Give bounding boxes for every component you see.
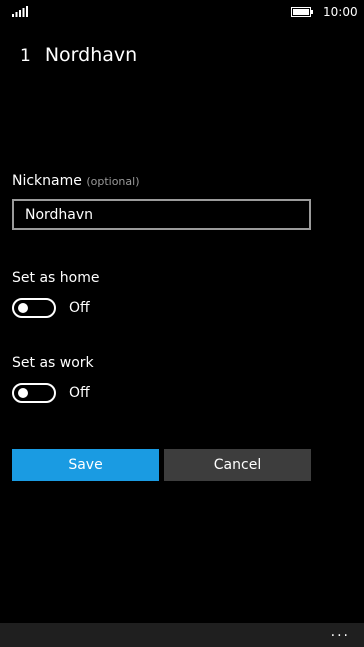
place-header: 1 Nordhavn bbox=[20, 44, 137, 70]
cancel-button[interactable]: Cancel bbox=[164, 449, 311, 481]
status-bar: 10:00 bbox=[0, 0, 364, 24]
place-index: 1 bbox=[20, 46, 31, 66]
set-as-work-toggle[interactable]: Off bbox=[12, 382, 90, 404]
nickname-input[interactable] bbox=[12, 199, 311, 230]
battery-icon bbox=[291, 7, 313, 17]
home-toggle-state: Off bbox=[69, 300, 90, 316]
toggle-knob bbox=[18, 303, 28, 313]
toggle-track[interactable] bbox=[12, 298, 56, 318]
set-as-work-label: Set as work bbox=[12, 355, 94, 371]
toggle-knob bbox=[18, 388, 28, 398]
set-as-home-toggle[interactable]: Off bbox=[12, 297, 90, 319]
optional-hint: (optional) bbox=[86, 175, 140, 188]
set-as-home-label: Set as home bbox=[12, 270, 100, 286]
save-button[interactable]: Save bbox=[12, 449, 159, 481]
work-toggle-state: Off bbox=[69, 385, 90, 401]
nickname-label: Nickname (optional) bbox=[12, 173, 140, 189]
nickname-label-text: Nickname bbox=[12, 173, 82, 189]
signal-bars-icon bbox=[12, 6, 28, 17]
clock: 10:00 bbox=[323, 5, 358, 19]
page-title: Nordhavn bbox=[44, 44, 138, 66]
app-bar: ... bbox=[0, 623, 364, 647]
more-options-icon[interactable]: ... bbox=[331, 625, 350, 639]
toggle-track[interactable] bbox=[12, 383, 56, 403]
